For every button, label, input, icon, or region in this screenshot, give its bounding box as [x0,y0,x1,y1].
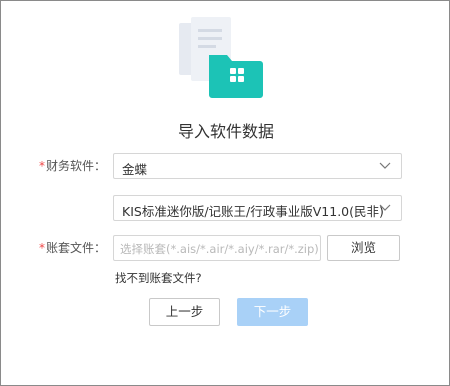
required-mark: * [39,159,45,173]
chevron-down-icon [379,204,391,211]
next-step-button[interactable]: 下一步 [237,298,308,326]
finance-software-label: *财务软件： [39,159,107,173]
software-version-select[interactable]: KIS标准迷你版/记账王/行政事业版V11.0(民非) [113,195,402,221]
chevron-down-icon [379,162,391,169]
import-dialog: 导入软件数据 *财务软件： 金蝶 KIS标准迷你版/记账王/行政事业版V11.0… [0,0,450,386]
software-version-value: KIS标准迷你版/记账王/行政事业版V11.0(民非) [122,204,384,219]
required-mark: * [39,241,45,255]
finance-software-value: 金蝶 [122,162,148,177]
file-not-found-link[interactable]: 找不到账套文件? [115,270,202,286]
account-file-input[interactable]: 选择账套(*.ais/*.air/*.aiy/*.rar/*.zip) [113,235,321,261]
finance-software-select[interactable]: 金蝶 [113,153,402,179]
account-file-label: *账套文件： [39,241,107,255]
browse-button[interactable]: 浏览 [327,235,400,261]
folder-documents-icon [173,13,273,103]
previous-step-button[interactable]: 上一步 [149,298,220,326]
dialog-title: 导入软件数据 [177,122,274,141]
